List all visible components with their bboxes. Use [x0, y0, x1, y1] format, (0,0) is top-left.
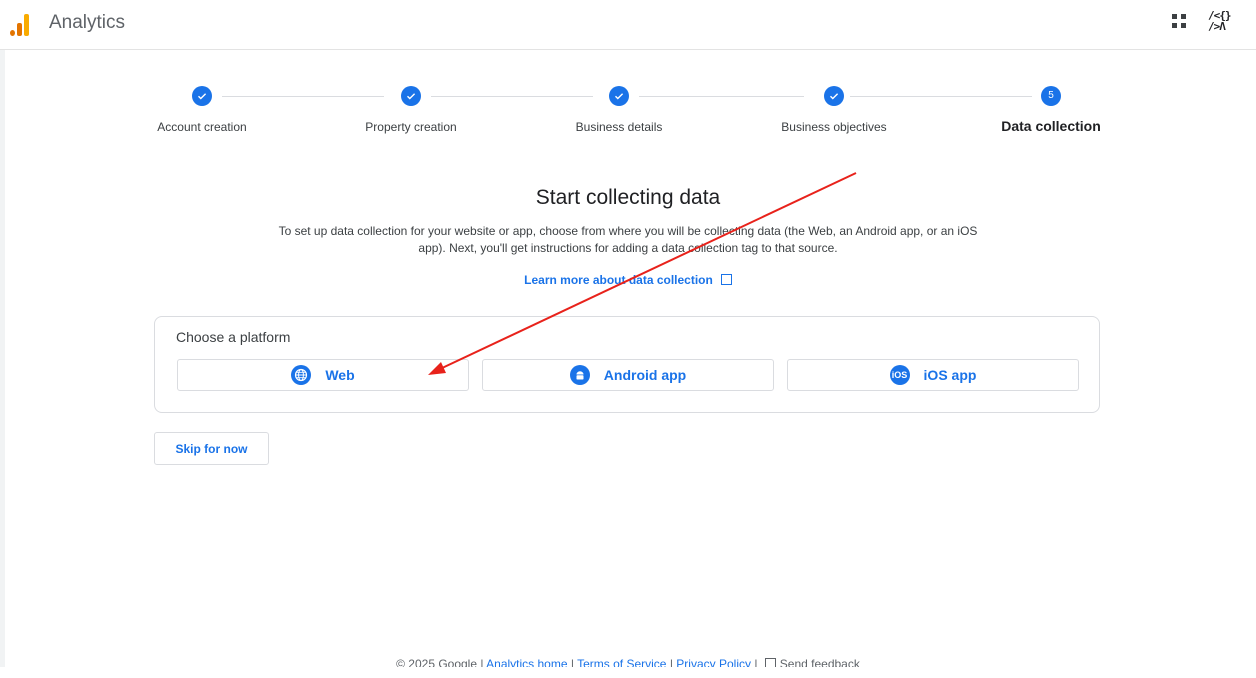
annotation-arrow: [428, 172, 857, 375]
